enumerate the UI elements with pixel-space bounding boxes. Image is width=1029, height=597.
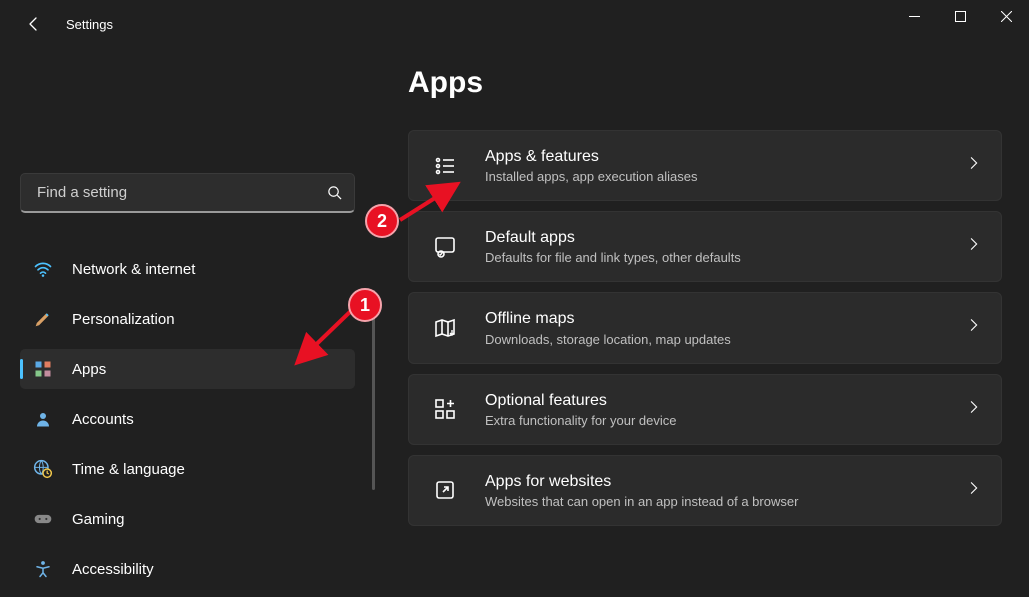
- sidebar-item-label: Personalization: [72, 311, 175, 328]
- sidebar-item-time-language[interactable]: Time & language: [20, 449, 355, 489]
- card-default-apps[interactable]: Default apps Defaults for file and link …: [408, 211, 1002, 282]
- card-apps-for-websites[interactable]: Apps for websites Websites that can open…: [408, 455, 1002, 526]
- person-icon: [32, 408, 54, 430]
- sidebar-item-accessibility[interactable]: Accessibility: [20, 549, 355, 589]
- card-title: Default apps: [485, 228, 967, 247]
- wifi-icon: [32, 258, 54, 280]
- minimize-button[interactable]: [891, 0, 937, 32]
- sidebar-item-label: Apps: [72, 361, 106, 378]
- map-icon: [429, 312, 461, 344]
- paintbrush-icon: [32, 308, 54, 330]
- card-offline-maps[interactable]: Offline maps Downloads, storage location…: [408, 292, 1002, 363]
- chevron-right-icon: [967, 237, 981, 256]
- card-optional-features[interactable]: Optional features Extra functionality fo…: [408, 374, 1002, 445]
- sidebar-item-apps[interactable]: Apps: [20, 349, 355, 389]
- card-title: Optional features: [485, 391, 967, 410]
- sidebar-item-network[interactable]: Network & internet: [20, 249, 355, 289]
- grid-plus-icon: [429, 393, 461, 425]
- back-button[interactable]: [14, 4, 54, 44]
- card-subtitle: Downloads, storage location, map updates: [485, 332, 967, 347]
- main-content: Apps Apps & features Installed apps, app…: [360, 48, 1029, 597]
- apps-icon: [32, 358, 54, 380]
- sidebar-item-personalization[interactable]: Personalization: [20, 299, 355, 339]
- maximize-button[interactable]: [937, 0, 983, 32]
- card-subtitle: Websites that can open in an app instead…: [485, 494, 967, 509]
- list-icon: [429, 150, 461, 182]
- card-subtitle: Extra functionality for your device: [485, 413, 967, 428]
- annotation-badge-2: 2: [365, 204, 399, 238]
- window-controls: [891, 0, 1029, 32]
- card-title: Apps & features: [485, 147, 967, 166]
- titlebar: Settings: [0, 0, 1029, 48]
- window-title: Settings: [66, 17, 113, 32]
- card-title: Apps for websites: [485, 472, 967, 491]
- accessibility-icon: [32, 558, 54, 580]
- sidebar-item-label: Time & language: [72, 461, 185, 478]
- search-input[interactable]: [35, 183, 324, 202]
- search-icon: [324, 183, 344, 203]
- globe-clock-icon: [32, 458, 54, 480]
- annotation-badge-1: 1: [348, 288, 382, 322]
- chevron-right-icon: [967, 156, 981, 175]
- card-subtitle: Installed apps, app execution aliases: [485, 169, 967, 184]
- sidebar-item-label: Network & internet: [72, 261, 195, 278]
- chevron-right-icon: [967, 318, 981, 337]
- chevron-right-icon: [967, 481, 981, 500]
- sidebar-item-gaming[interactable]: Gaming: [20, 499, 355, 539]
- launch-icon: [429, 474, 461, 506]
- sidebar-item-accounts[interactable]: Accounts: [20, 399, 355, 439]
- sidebar: Network & internet Personalization A: [0, 48, 360, 597]
- sidebar-item-label: Gaming: [72, 511, 125, 528]
- page-title: Apps: [408, 66, 997, 100]
- card-apps-features[interactable]: Apps & features Installed apps, app exec…: [408, 130, 1002, 201]
- card-subtitle: Defaults for file and link types, other …: [485, 250, 967, 265]
- close-button[interactable]: [983, 0, 1029, 32]
- sidebar-item-label: Accounts: [72, 411, 134, 428]
- default-browser-icon: [429, 231, 461, 263]
- sidebar-item-label: Accessibility: [72, 561, 154, 578]
- search-field-wrap[interactable]: [20, 173, 355, 213]
- card-title: Offline maps: [485, 309, 967, 328]
- chevron-right-icon: [967, 400, 981, 419]
- gamepad-icon: [32, 508, 54, 530]
